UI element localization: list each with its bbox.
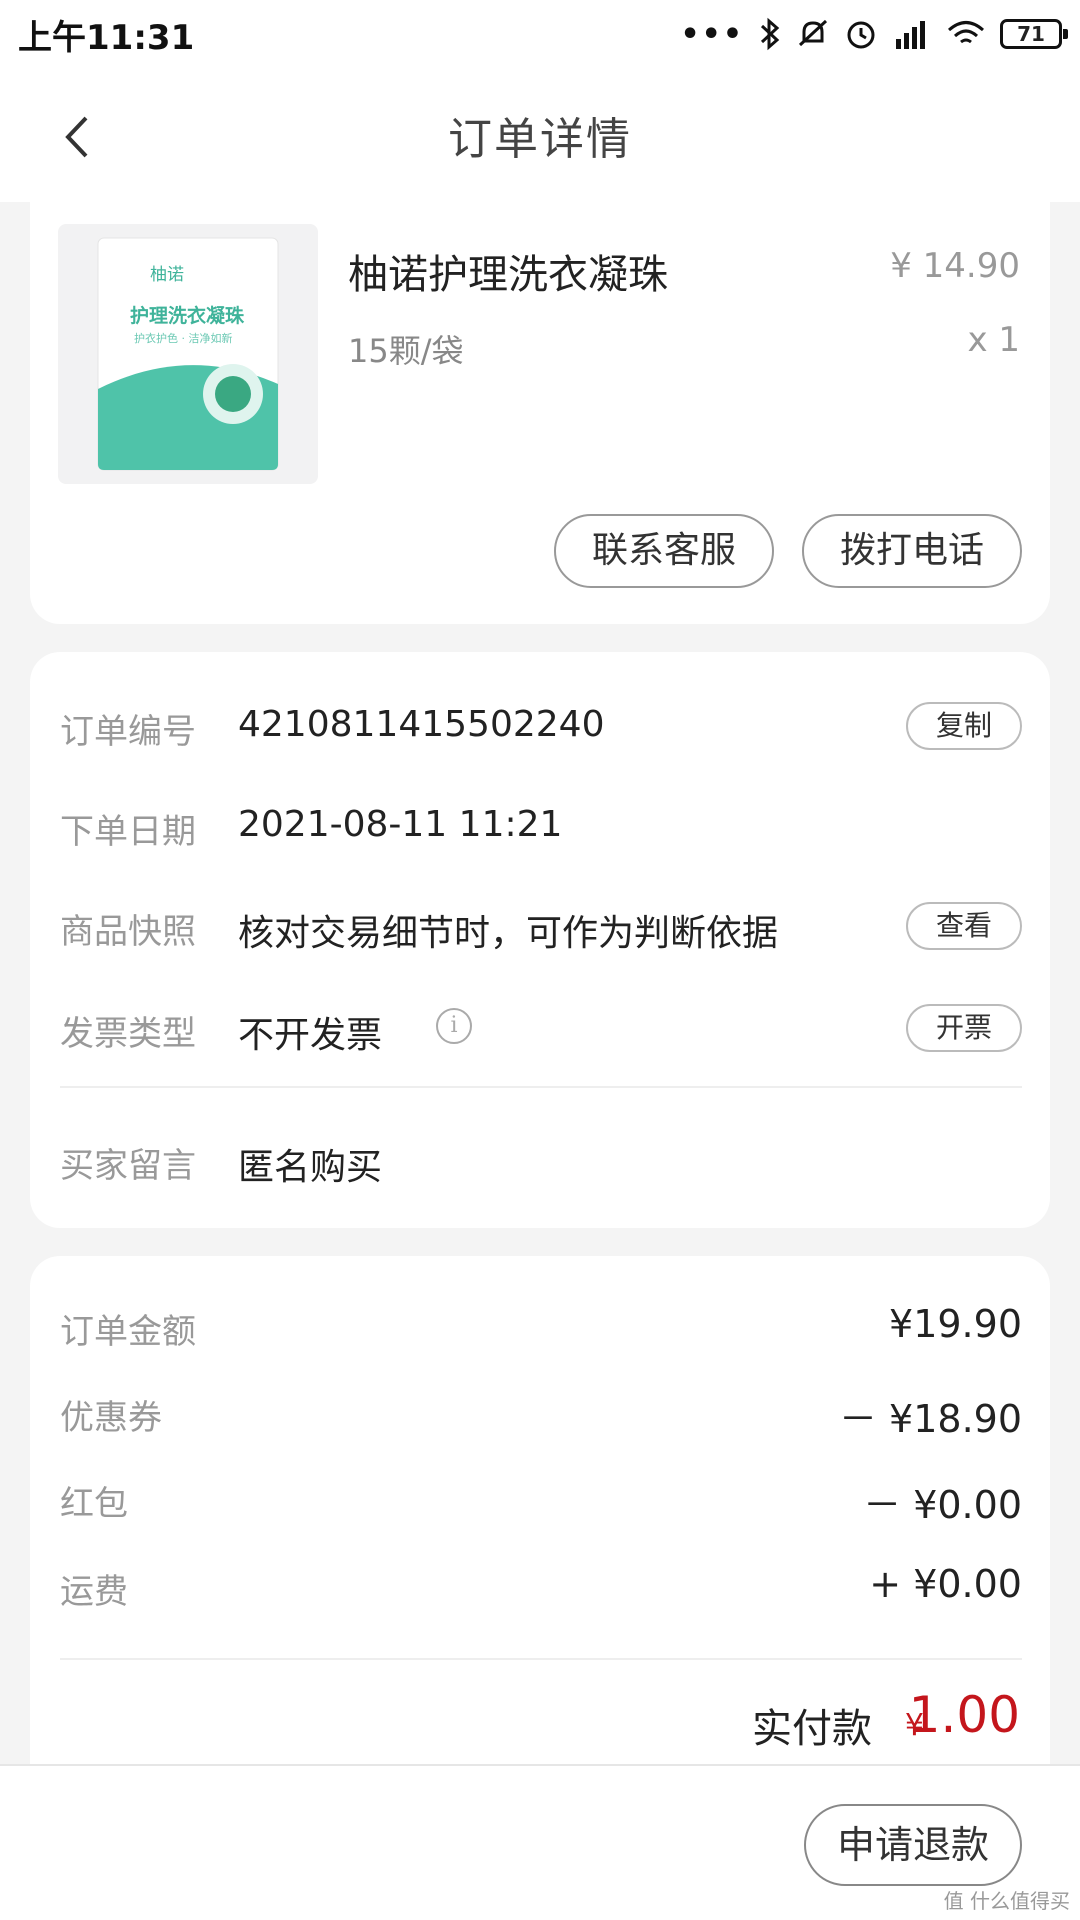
order-amount-label: 订单金额 (60, 1312, 196, 1352)
signal-icon (896, 21, 925, 49)
divider (60, 1658, 1022, 1660)
invoice-label: 发票类型 (60, 1014, 196, 1054)
red-packet-value: － ¥0.00 (863, 1483, 1022, 1527)
info-icon[interactable]: i (436, 1008, 472, 1044)
red-packet-label: 红包 (60, 1484, 128, 1524)
invoice-value: 不开发票 (238, 1015, 383, 1056)
coupon-label: 优惠券 (60, 1398, 162, 1438)
invoice-row: 发票类型 不开发票 i 开票 (60, 1000, 1022, 1060)
contact-service-button[interactable]: 联系客服 (554, 514, 774, 588)
view-snapshot-button[interactable]: 查看 (906, 902, 1022, 950)
order-info-card: 订单编号 4210811415502240 复制 下单日期 2021-08-11… (30, 652, 1050, 1228)
coupon-row: 优惠券 － ¥18.90 (60, 1386, 1022, 1442)
order-amount-value: ¥19.90 (889, 1302, 1022, 1346)
product-spec: 15颗/袋 (348, 332, 464, 370)
red-packet-row: 红包 － ¥0.00 (60, 1472, 1022, 1528)
buyer-note-row: 买家留言 匿名购买 (60, 1132, 1022, 1192)
status-time: 上午11:31 (18, 17, 195, 58)
battery-icon: 71 (1000, 19, 1068, 49)
wifi-icon (948, 21, 984, 44)
shipping-row: 运费 + ¥0.00 (60, 1560, 1022, 1616)
package-brand: 柚诺 (150, 265, 184, 285)
product-image[interactable]: 柚诺 护理洗衣凝珠 护衣护色 · 洁净如新 (58, 224, 318, 484)
copy-button[interactable]: 复制 (906, 702, 1022, 750)
issue-invoice-button[interactable]: 开票 (906, 1004, 1022, 1052)
watermark: 值 什么值得买 (943, 1889, 1070, 1913)
bottom-action-bar: 申请退款 值 什么值得买 (0, 1764, 1080, 1920)
snapshot-value: 核对交易细节时，可作为判断依据 (238, 913, 779, 954)
shipping-value: + ¥0.00 (869, 1562, 1022, 1606)
back-arrow-icon[interactable] (54, 112, 104, 162)
order-number-value: 4210811415502240 (238, 704, 605, 745)
snapshot-label: 商品快照 (60, 912, 196, 952)
call-phone-button[interactable]: 拨打电话 (802, 514, 1022, 588)
paid-amount: 1.00 (908, 1686, 1020, 1744)
request-refund-button[interactable]: 申请退款 (804, 1804, 1022, 1886)
product-price: ¥ 14.90 (890, 246, 1020, 286)
coupon-value: － ¥18.90 (838, 1397, 1022, 1441)
buyer-note-label: 买家留言 (60, 1146, 196, 1186)
snapshot-row: 商品快照 核对交易细节时，可作为判断依据 查看 (60, 898, 1022, 958)
package-title: 护理洗衣凝珠 (130, 304, 245, 327)
product-card: 柚诺 护理洗衣凝珠 护衣护色 · 洁净如新 柚诺护理洗衣凝珠 15颗/袋 ¥ 1… (30, 196, 1050, 624)
amount-card: 订单金额 ¥19.90 优惠券 － ¥18.90 红包 － ¥0.00 运费 +… (30, 1256, 1050, 1776)
bluetooth-icon (760, 17, 780, 51)
product-quantity: x 1 (967, 320, 1020, 360)
order-date-label: 下单日期 (60, 812, 196, 852)
order-number-label: 订单编号 (60, 712, 196, 752)
package-subtitle: 护衣护色 · 洁净如新 (134, 331, 233, 345)
shipping-label: 运费 (60, 1572, 128, 1612)
order-date-value: 2021-08-11 11:21 (238, 804, 563, 845)
mute-bell-icon (798, 19, 828, 47)
order-number-row: 订单编号 4210811415502240 复制 (60, 698, 1022, 758)
alarm-icon (847, 21, 875, 49)
status-bar: 上午11:31 ••• 71 (0, 0, 1080, 68)
divider (60, 1086, 1022, 1088)
page-title: 订单详情 (448, 114, 632, 165)
more-dots-icon: ••• (680, 16, 744, 52)
status-icons: ••• 71 (680, 16, 1068, 52)
paid-label: 实付款 (752, 1706, 872, 1752)
order-amount-row: 订单金额 ¥19.90 (60, 1300, 1022, 1356)
order-date-row: 下单日期 2021-08-11 11:21 (60, 798, 1022, 858)
product-package-image: 柚诺 护理洗衣凝珠 护衣护色 · 洁净如新 (97, 237, 279, 471)
product-name[interactable]: 柚诺护理洗衣凝珠 (348, 242, 668, 300)
nav-bar: 订单详情 (0, 68, 1080, 202)
buyer-note-value: 匿名购买 (238, 1147, 383, 1188)
